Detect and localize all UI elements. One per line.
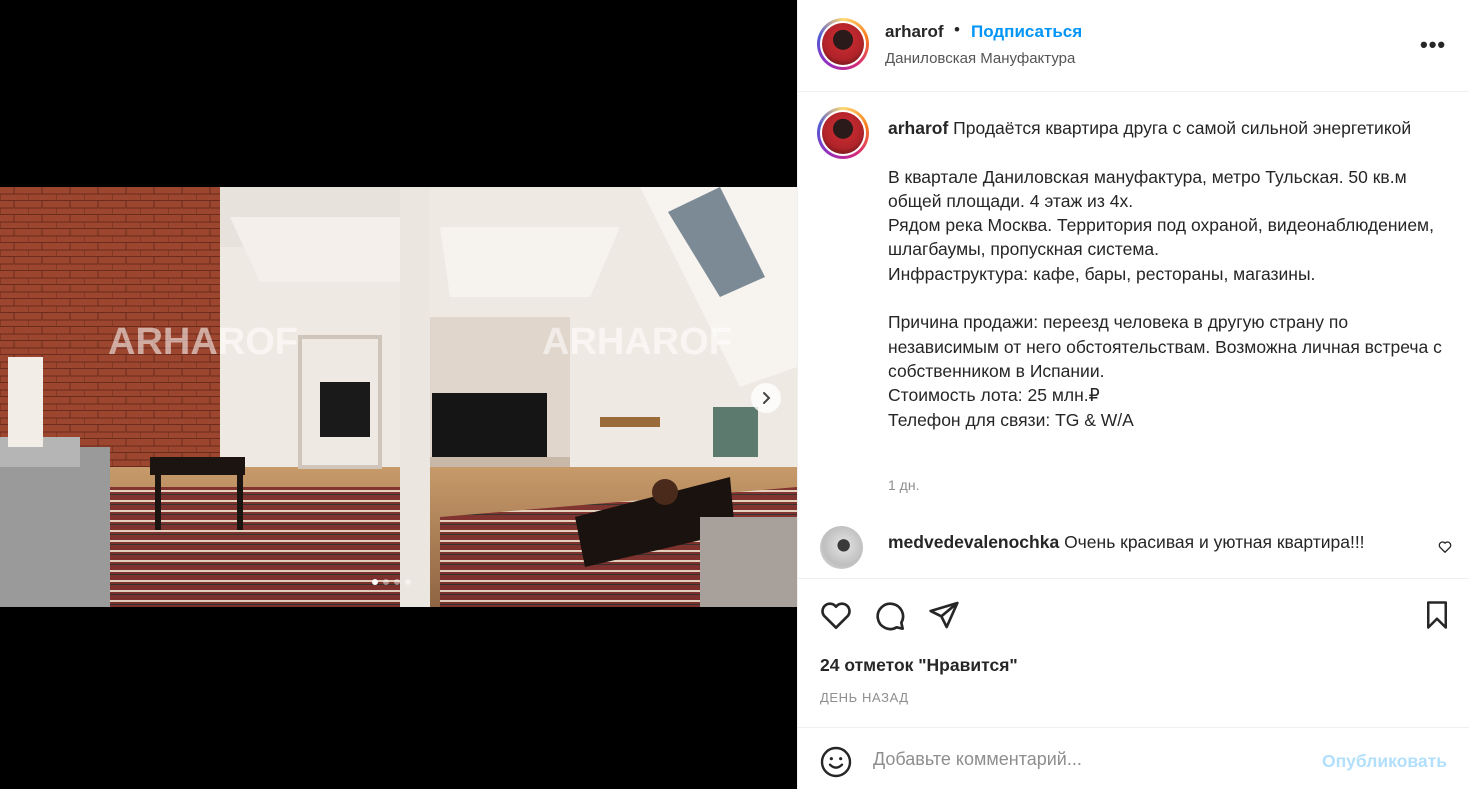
commenter-username[interactable]: medvedevalenochka [888, 532, 1059, 552]
more-options-icon[interactable]: ••• [1420, 32, 1446, 58]
share-icon[interactable] [928, 600, 960, 630]
follow-button[interactable]: Подписаться [971, 22, 1082, 42]
post-viewer: ARHAROF ARHAROF arharof • Подписаться Да… [0, 0, 1469, 789]
author-username[interactable]: arharof [885, 22, 944, 42]
slide-dot [372, 579, 378, 585]
caption-body: Продаётся квартира друга с самой сильной… [888, 118, 1442, 430]
comment-like-icon[interactable] [1438, 540, 1452, 554]
separator-dot: • [954, 20, 960, 39]
slide-dot [405, 579, 411, 585]
comment-input[interactable] [873, 743, 1303, 775]
author-avatar[interactable] [817, 18, 869, 70]
post-caption: arharof Продаётся квартира друга с самой… [888, 116, 1448, 432]
comment-icon[interactable] [874, 600, 906, 632]
watermark-right: ARHAROF [542, 321, 732, 363]
slide-dot [394, 579, 400, 585]
post-header: arharof • Подписаться Даниловская Мануфа… [798, 0, 1469, 92]
post-date: ДЕНЬ НАЗАД [820, 690, 909, 705]
action-bar [798, 580, 1469, 650]
location-link[interactable]: Даниловская Мануфактура [885, 50, 1075, 67]
comment-text: medvedevalenochka Очень красивая и уютна… [888, 532, 1365, 553]
emoji-icon[interactable] [820, 746, 852, 778]
caption-author-avatar[interactable] [817, 107, 869, 159]
add-comment-bar: Опубликовать [798, 727, 1469, 789]
caption-time: 1 дн. [888, 477, 920, 493]
comment-body: Очень красивая и уютная квартира!!! [1059, 532, 1365, 552]
slide-indicator [372, 579, 411, 585]
likes-count[interactable]: 24 отметок "Нравится" [820, 655, 1018, 676]
commenter-avatar[interactable] [820, 526, 863, 569]
comment-item: medvedevalenochka Очень красивая и уютна… [798, 522, 1469, 578]
publish-button[interactable]: Опубликовать [1322, 751, 1447, 772]
comments-section: arharof Продаётся квартира друга с самой… [798, 92, 1469, 579]
next-slide-button[interactable] [751, 383, 781, 413]
post-photo[interactable]: ARHAROF ARHAROF [0, 187, 797, 607]
apartment-photo [0, 187, 797, 607]
chevron-right-icon [763, 392, 771, 404]
post-details-panel: arharof • Подписаться Даниловская Мануфа… [797, 0, 1469, 789]
watermark-left: ARHAROF [108, 321, 298, 363]
slide-dot [383, 579, 389, 585]
heart-icon[interactable] [820, 600, 852, 630]
caption-username[interactable]: arharof [888, 118, 948, 138]
media-panel: ARHAROF ARHAROF [0, 0, 797, 789]
bookmark-icon[interactable] [1423, 600, 1451, 630]
